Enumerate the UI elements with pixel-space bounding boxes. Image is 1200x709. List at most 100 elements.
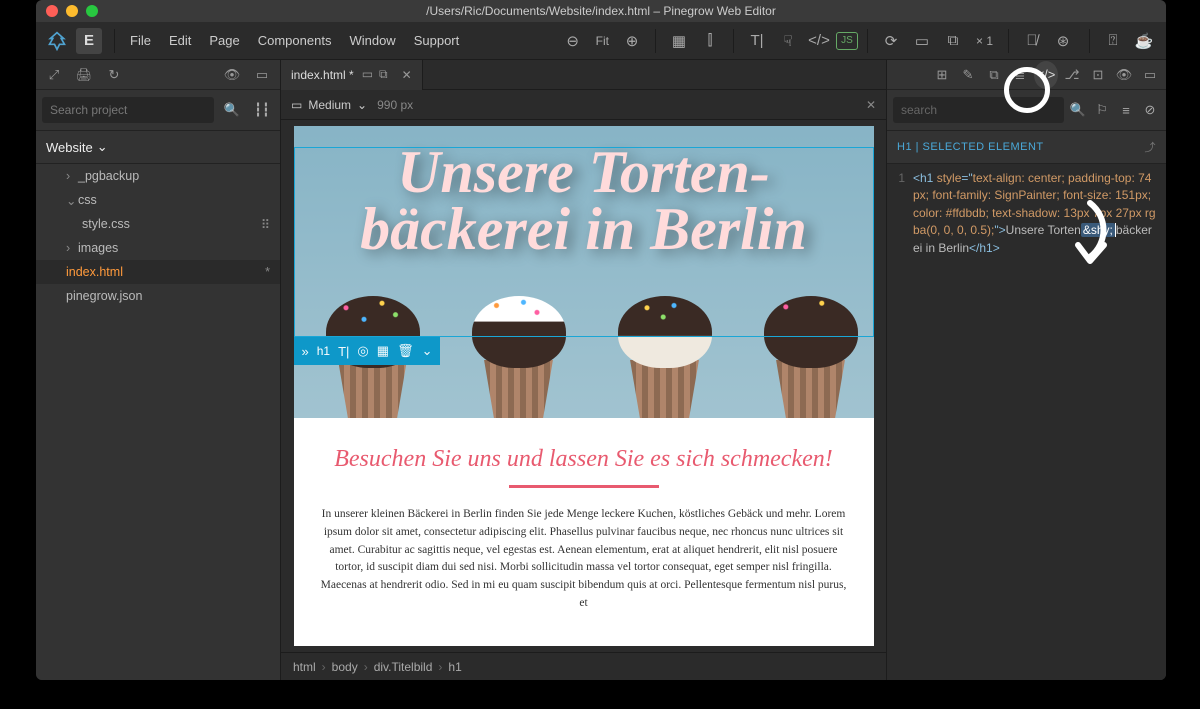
project-search-input[interactable] xyxy=(42,97,214,123)
bookmark-icon[interactable]: ⚐ xyxy=(1092,96,1112,124)
modified-indicator: * xyxy=(265,265,270,279)
filter-icon[interactable]: ┇┇ xyxy=(250,96,274,124)
tree-file-index[interactable]: index.html* xyxy=(36,260,280,284)
print-icon[interactable]: 🖨 xyxy=(72,61,96,89)
viewport-close-icon[interactable]: ✕ xyxy=(866,98,876,112)
undo-icon[interactable]: ↻ xyxy=(102,61,126,89)
search-icon[interactable]: 🔍 xyxy=(1068,96,1088,124)
coffee-icon[interactable]: ☕ xyxy=(1130,27,1158,55)
menu-support[interactable]: Support xyxy=(405,33,469,48)
stack-icon[interactable]: ≣ xyxy=(1008,61,1032,89)
device-icon[interactable]: ▭ xyxy=(908,27,936,55)
crumb[interactable]: div.Titelbild xyxy=(374,660,433,674)
layout-grid-icon[interactable]: ▦ xyxy=(665,27,693,55)
right-panel: ⊞ ✎ ⧉ ≣ </> ⎇ ⊡ 👁 ▭ 🔍 ⚐ ≡ ⊘ H1 | SELECTE… xyxy=(886,60,1166,680)
breadcrumb: html› body› div.Titelbild› h1 xyxy=(281,652,886,680)
tree-folder-images[interactable]: ›images xyxy=(36,236,280,260)
expand-icon[interactable]: » xyxy=(302,344,309,359)
tab-index[interactable]: index.html * ▭ ⧉ ✕ xyxy=(281,60,423,90)
zoom-window-button[interactable] xyxy=(86,5,98,17)
tree-file-stylecss[interactable]: style.css⠿ xyxy=(36,212,280,236)
viewport-bar: ▭ Medium ⌄ 990 px ✕ xyxy=(281,90,886,120)
zoom-out-icon[interactable]: ⊖ xyxy=(559,27,587,55)
more-chevron-icon[interactable]: ⌄ xyxy=(422,343,433,359)
add-panel-icon[interactable]: ⊡ xyxy=(1086,61,1110,89)
project-header[interactable]: Website ⌄ xyxy=(36,131,280,164)
menu-components[interactable]: Components xyxy=(249,33,341,48)
click-tool-icon[interactable]: ☟ xyxy=(774,27,802,55)
delete-icon[interactable]: 🗑 xyxy=(397,343,414,359)
menu-edit[interactable]: Edit xyxy=(160,33,200,48)
layout-cols-icon[interactable]: ⫿ xyxy=(696,27,724,55)
viewport-device: Medium xyxy=(308,98,351,112)
tab-panels-icon[interactable]: ⧉ xyxy=(379,67,388,82)
content-body[interactable]: In unserer kleinen Bäckerei in Berlin fi… xyxy=(318,506,850,613)
tab-close-icon[interactable]: ✕ xyxy=(402,68,412,82)
line-number: 1 xyxy=(887,170,913,257)
pinegrow-logo-icon[interactable] xyxy=(44,28,70,54)
drag-handle-icon[interactable]: ⠿ xyxy=(261,217,270,232)
menu-window[interactable]: Window xyxy=(340,33,404,48)
close-window-button[interactable] xyxy=(46,5,58,17)
alert-icon[interactable]: ⊘ xyxy=(1140,96,1160,124)
js-tool-icon[interactable]: JS xyxy=(836,32,858,50)
target-icon[interactable]: ◎ xyxy=(357,343,368,359)
collapse-right-icon[interactable]: ▭ xyxy=(1138,61,1162,89)
pin-icon[interactable]: ⤴ xyxy=(1145,139,1157,155)
eye-icon[interactable]: 👁 xyxy=(220,61,244,89)
tab-device-icon[interactable]: ▭ xyxy=(362,67,373,82)
page-canvas[interactable]: Unsere Torten- bäckerei in Berlin » h1 T… xyxy=(294,126,874,646)
element-toolbar: » h1 T| ◎ ▦ 🗑 ⌄ xyxy=(294,337,441,365)
library-icon[interactable]: ⊞ xyxy=(930,61,954,89)
zoom-in-icon[interactable]: ⊕ xyxy=(618,27,646,55)
divider xyxy=(509,485,659,488)
visibility-icon[interactable]: 👁̸ xyxy=(1018,27,1046,55)
panels-icon[interactable]: ⧉ xyxy=(939,27,967,55)
titlebar: /Users/Ric/Documents/Website/index.html … xyxy=(36,0,1166,22)
tree-folder-pgbackup[interactable]: ›_pgbackup xyxy=(36,164,280,188)
text-tool-icon[interactable]: T| xyxy=(743,27,771,55)
settings-icon[interactable]: ⊛ xyxy=(1049,27,1077,55)
eye-icon[interactable]: 👁 xyxy=(1112,61,1136,89)
left-panel: ⤢ 🖨 ↻ 👁 ▭ 🔍 ┇┇ Website ⌄ ›_pgbackup ⌄css… xyxy=(36,60,281,680)
code-search-input[interactable] xyxy=(893,97,1064,123)
zoom-fit-button[interactable]: Fit xyxy=(590,27,615,55)
collapse-icon[interactable]: ▭ xyxy=(250,61,274,89)
viewport-selector[interactable]: ▭ Medium ⌄ xyxy=(291,98,367,112)
cupcake-image xyxy=(600,288,730,418)
menu-lines-icon[interactable]: ≡ xyxy=(1116,96,1136,124)
grid-icon[interactable]: ▦ xyxy=(377,343,389,359)
tab-label: index.html * xyxy=(291,68,354,82)
menu-file[interactable]: File xyxy=(121,33,160,48)
code-tool-icon[interactable]: </> xyxy=(805,27,833,55)
cupcake-image xyxy=(746,288,874,418)
brush-icon[interactable]: ✎ xyxy=(956,61,980,89)
zoom-level[interactable]: × 1 xyxy=(970,27,999,55)
link-icon[interactable]: ⧉ xyxy=(982,61,1006,89)
device-rect-icon: ▭ xyxy=(291,98,302,112)
code-editor[interactable]: 1 <h1 style="text-align: center; padding… xyxy=(887,164,1166,680)
search-icon[interactable]: 🔍 xyxy=(220,96,244,124)
refresh-icon[interactable]: ⟳ xyxy=(877,27,905,55)
viewport-size: 990 px xyxy=(377,98,413,112)
tree-file-pinegrow[interactable]: pinegrow.json xyxy=(36,284,280,308)
content-subtitle[interactable]: Besuchen Sie uns und lassen Sie es sich … xyxy=(318,446,850,473)
window-title: /Users/Ric/Documents/Website/index.html … xyxy=(36,4,1166,18)
hero-heading[interactable]: Unsere Torten- bäckerei in Berlin xyxy=(294,144,874,258)
engine-icon[interactable]: E xyxy=(76,28,102,54)
panel-title: H1 | SELECTED ELEMENT xyxy=(897,141,1044,153)
tree-folder-css[interactable]: ⌄css xyxy=(36,188,280,212)
tree-panel-icon[interactable]: ⎇ xyxy=(1060,61,1084,89)
project-name: Website xyxy=(46,140,93,155)
minimize-window-button[interactable] xyxy=(66,5,78,17)
crumb[interactable]: body xyxy=(332,660,358,674)
code-panel-icon[interactable]: </> xyxy=(1034,61,1058,89)
entity-highlight: &shy; xyxy=(1081,223,1115,237)
selected-tag-label: h1 xyxy=(317,344,330,358)
crumb[interactable]: html xyxy=(293,660,316,674)
text-edit-icon[interactable]: T| xyxy=(338,344,349,359)
crumb[interactable]: h1 xyxy=(448,660,461,674)
help-icon[interactable]: ⍰ xyxy=(1099,27,1127,55)
menu-page[interactable]: Page xyxy=(200,33,248,48)
panel-toggle-icon[interactable]: ⤢ xyxy=(42,61,66,89)
